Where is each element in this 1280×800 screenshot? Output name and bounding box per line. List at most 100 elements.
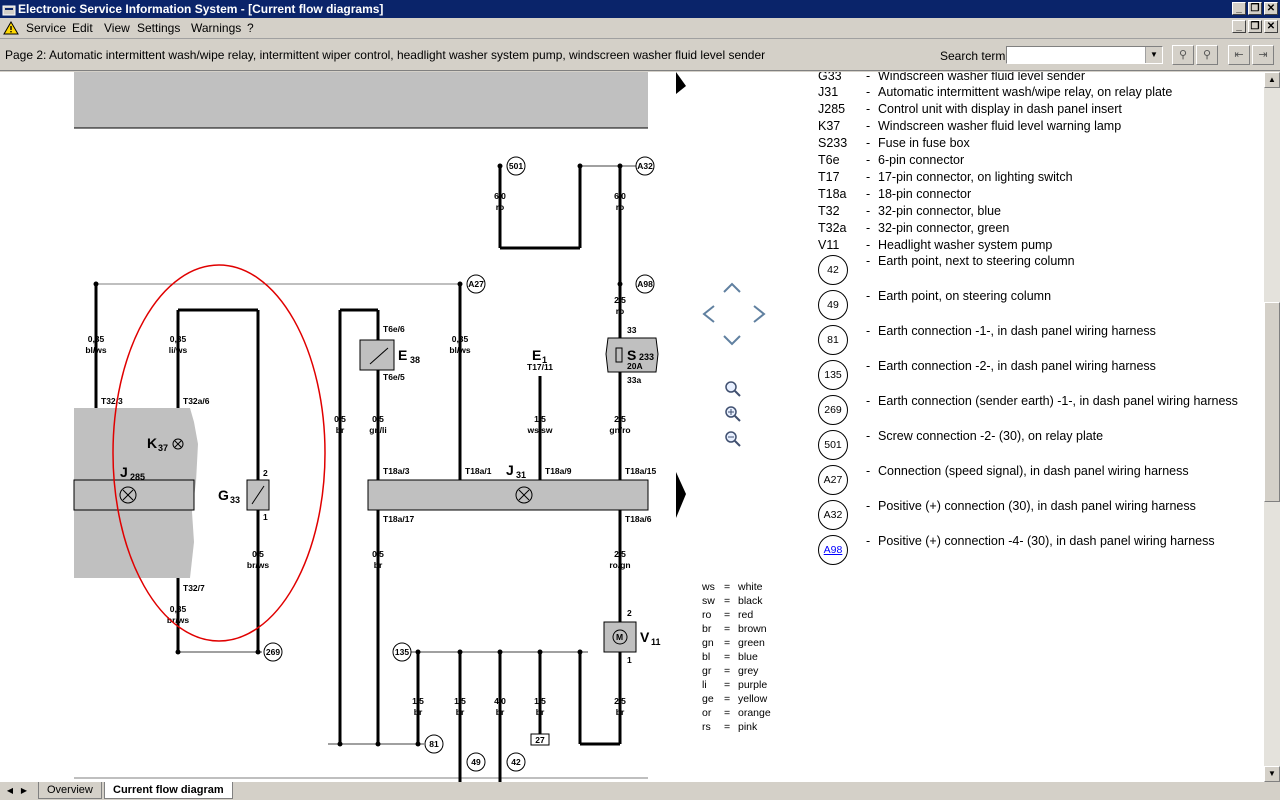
menu-help[interactable]: ?: [247, 21, 254, 35]
wire-size: 2,5: [614, 696, 626, 706]
pin-label-t17: T17/11: [527, 362, 553, 372]
zoom-out-icon[interactable]: [725, 431, 741, 447]
pan-up-icon[interactable]: [723, 282, 741, 293]
search-combo[interactable]: ▼: [1006, 46, 1163, 64]
app-icon: [2, 5, 16, 16]
pan-left-icon[interactable]: [702, 305, 715, 323]
wire-size: 2,5: [614, 549, 626, 559]
menu-edit[interactable]: Edit: [72, 21, 93, 35]
wire-color: br: [616, 707, 625, 717]
scroll-down-icon[interactable]: ▼: [1264, 766, 1280, 782]
menu-service[interactable]: Service: [26, 21, 66, 35]
search-label: Search term:: [940, 49, 1009, 63]
motor-icon: M: [616, 632, 623, 642]
page-label: Page 2: Automatic intermittent wash/wipe…: [5, 48, 766, 62]
node-label: 135: [395, 647, 409, 657]
wire-color: ws/sw: [526, 425, 552, 435]
color-key-row: br = brown: [702, 623, 767, 635]
scroll-thumb[interactable]: [1264, 302, 1280, 502]
color-key-row: li = purple: [702, 679, 768, 691]
search-input[interactable]: [1007, 47, 1147, 63]
pin-label: T6e/6: [383, 324, 405, 334]
component-label-e1: E: [532, 347, 541, 363]
wire-color: br: [336, 425, 345, 435]
minimize-button[interactable]: _: [1232, 2, 1246, 15]
pin-label: 33: [627, 325, 637, 335]
component-label-k37: K: [147, 435, 157, 451]
wire-color: gn/li: [369, 425, 386, 435]
wire-size: 0,35: [170, 334, 187, 344]
wire-size: 0,35: [88, 334, 105, 344]
menu-view[interactable]: View: [104, 21, 130, 35]
tab-scroll-left-icon[interactable]: ◀: [4, 784, 16, 798]
wire-size: 4,0: [494, 696, 506, 706]
tab-overview[interactable]: Overview: [38, 782, 102, 799]
pin-label: T18a/17: [383, 514, 414, 524]
diagram-viewer[interactable]: 501 A32 A27 A98 269 135 81 49 42 27 0,35…: [0, 72, 1264, 782]
component-label-j31: J: [506, 462, 514, 478]
a98-link[interactable]: A98: [818, 535, 848, 565]
pin-label: T32/7: [183, 583, 205, 593]
doc-restore-button[interactable]: ❐: [1248, 20, 1262, 33]
zoom-in-icon[interactable]: [725, 406, 741, 422]
wiring-diagram: 501 A32 A27 A98 269 135 81 49 42 27 0,35…: [73, 72, 686, 782]
component-sub-k37: 37: [158, 443, 168, 453]
pin-label: T32a/6: [183, 396, 210, 406]
wire-color: br: [536, 707, 545, 717]
search-next-button[interactable]: ⚲: [1196, 45, 1218, 65]
vertical-scrollbar[interactable]: ▲ ▼: [1264, 72, 1280, 782]
doc-minimize-button[interactable]: _: [1232, 20, 1246, 33]
page-back-button[interactable]: ⇤: [1228, 45, 1250, 65]
wire-color-key: ws = white sw = black ro = red br = brown gn = gre…: [702, 580, 771, 734]
chevron-down-icon[interactable]: ▼: [1145, 47, 1162, 63]
wire-size: 0,5: [252, 549, 264, 559]
node-label: 269: [266, 647, 280, 657]
color-key-row: rs = pink: [702, 721, 758, 733]
close-button[interactable]: ✕: [1264, 2, 1278, 15]
component-label-v11: V: [640, 629, 650, 645]
scroll-up-icon[interactable]: ▲: [1264, 72, 1280, 88]
wire-size: 0,35: [452, 334, 469, 344]
wire-color: ro: [496, 202, 505, 212]
component-sub-e38: 38: [410, 355, 420, 365]
pin-label: T32/3: [101, 396, 123, 406]
wire-color: ro/gn: [609, 560, 630, 570]
tab-scroll-right-icon[interactable]: ▶: [18, 784, 30, 798]
pin-label: T6e/5: [383, 372, 405, 382]
pin-label: T18a/15: [625, 466, 656, 476]
wire-size: 0,5: [372, 414, 384, 424]
wire-size: 2,5: [614, 414, 626, 424]
tab-bar: ◀ ▶ Overview Current flow diagram: [0, 782, 1280, 800]
wire-size: 0,35: [170, 604, 187, 614]
page-forward-button[interactable]: ⇥: [1252, 45, 1274, 65]
color-key-row: bl = blue: [702, 651, 758, 663]
pan-down-icon[interactable]: [723, 335, 741, 346]
wire-size: 6,0: [614, 191, 626, 201]
search-prev-button[interactable]: ⚲: [1172, 45, 1194, 65]
pin-label: 1: [627, 655, 632, 665]
color-key-row: ro = red: [702, 609, 754, 621]
component-label-j285: J: [120, 464, 128, 480]
menu-warnings[interactable]: Warnings: [191, 21, 241, 35]
node-label: 27: [535, 735, 545, 745]
wire-color: bl/ws: [85, 345, 107, 355]
pin-label: T18a/6: [625, 514, 652, 524]
wire-color: ro: [616, 306, 625, 316]
menu-bar: Service Edit View Settings Warnings ? _ …: [0, 18, 1280, 39]
fuse-rating: 20A: [627, 361, 643, 371]
pin-label: 1: [263, 512, 268, 522]
menu-settings[interactable]: Settings: [137, 21, 180, 35]
warning-icon[interactable]: [3, 21, 19, 35]
wire-size: 0,5: [334, 414, 346, 424]
component-sub-g33: 33: [230, 495, 240, 505]
title-bar: Electronic Service Information System - …: [0, 0, 1280, 18]
restore-button[interactable]: ❐: [1248, 2, 1262, 15]
navigation-tools: [700, 278, 770, 448]
color-key-row: gn = green: [702, 637, 765, 649]
tab-current-flow-diagram[interactable]: Current flow diagram: [104, 782, 233, 799]
pan-right-icon[interactable]: [753, 305, 766, 323]
node-label: 49: [471, 757, 481, 767]
zoom-icon[interactable]: [725, 381, 741, 397]
doc-close-button[interactable]: ✕: [1264, 20, 1278, 33]
pin-label: T18a/1: [465, 466, 492, 476]
